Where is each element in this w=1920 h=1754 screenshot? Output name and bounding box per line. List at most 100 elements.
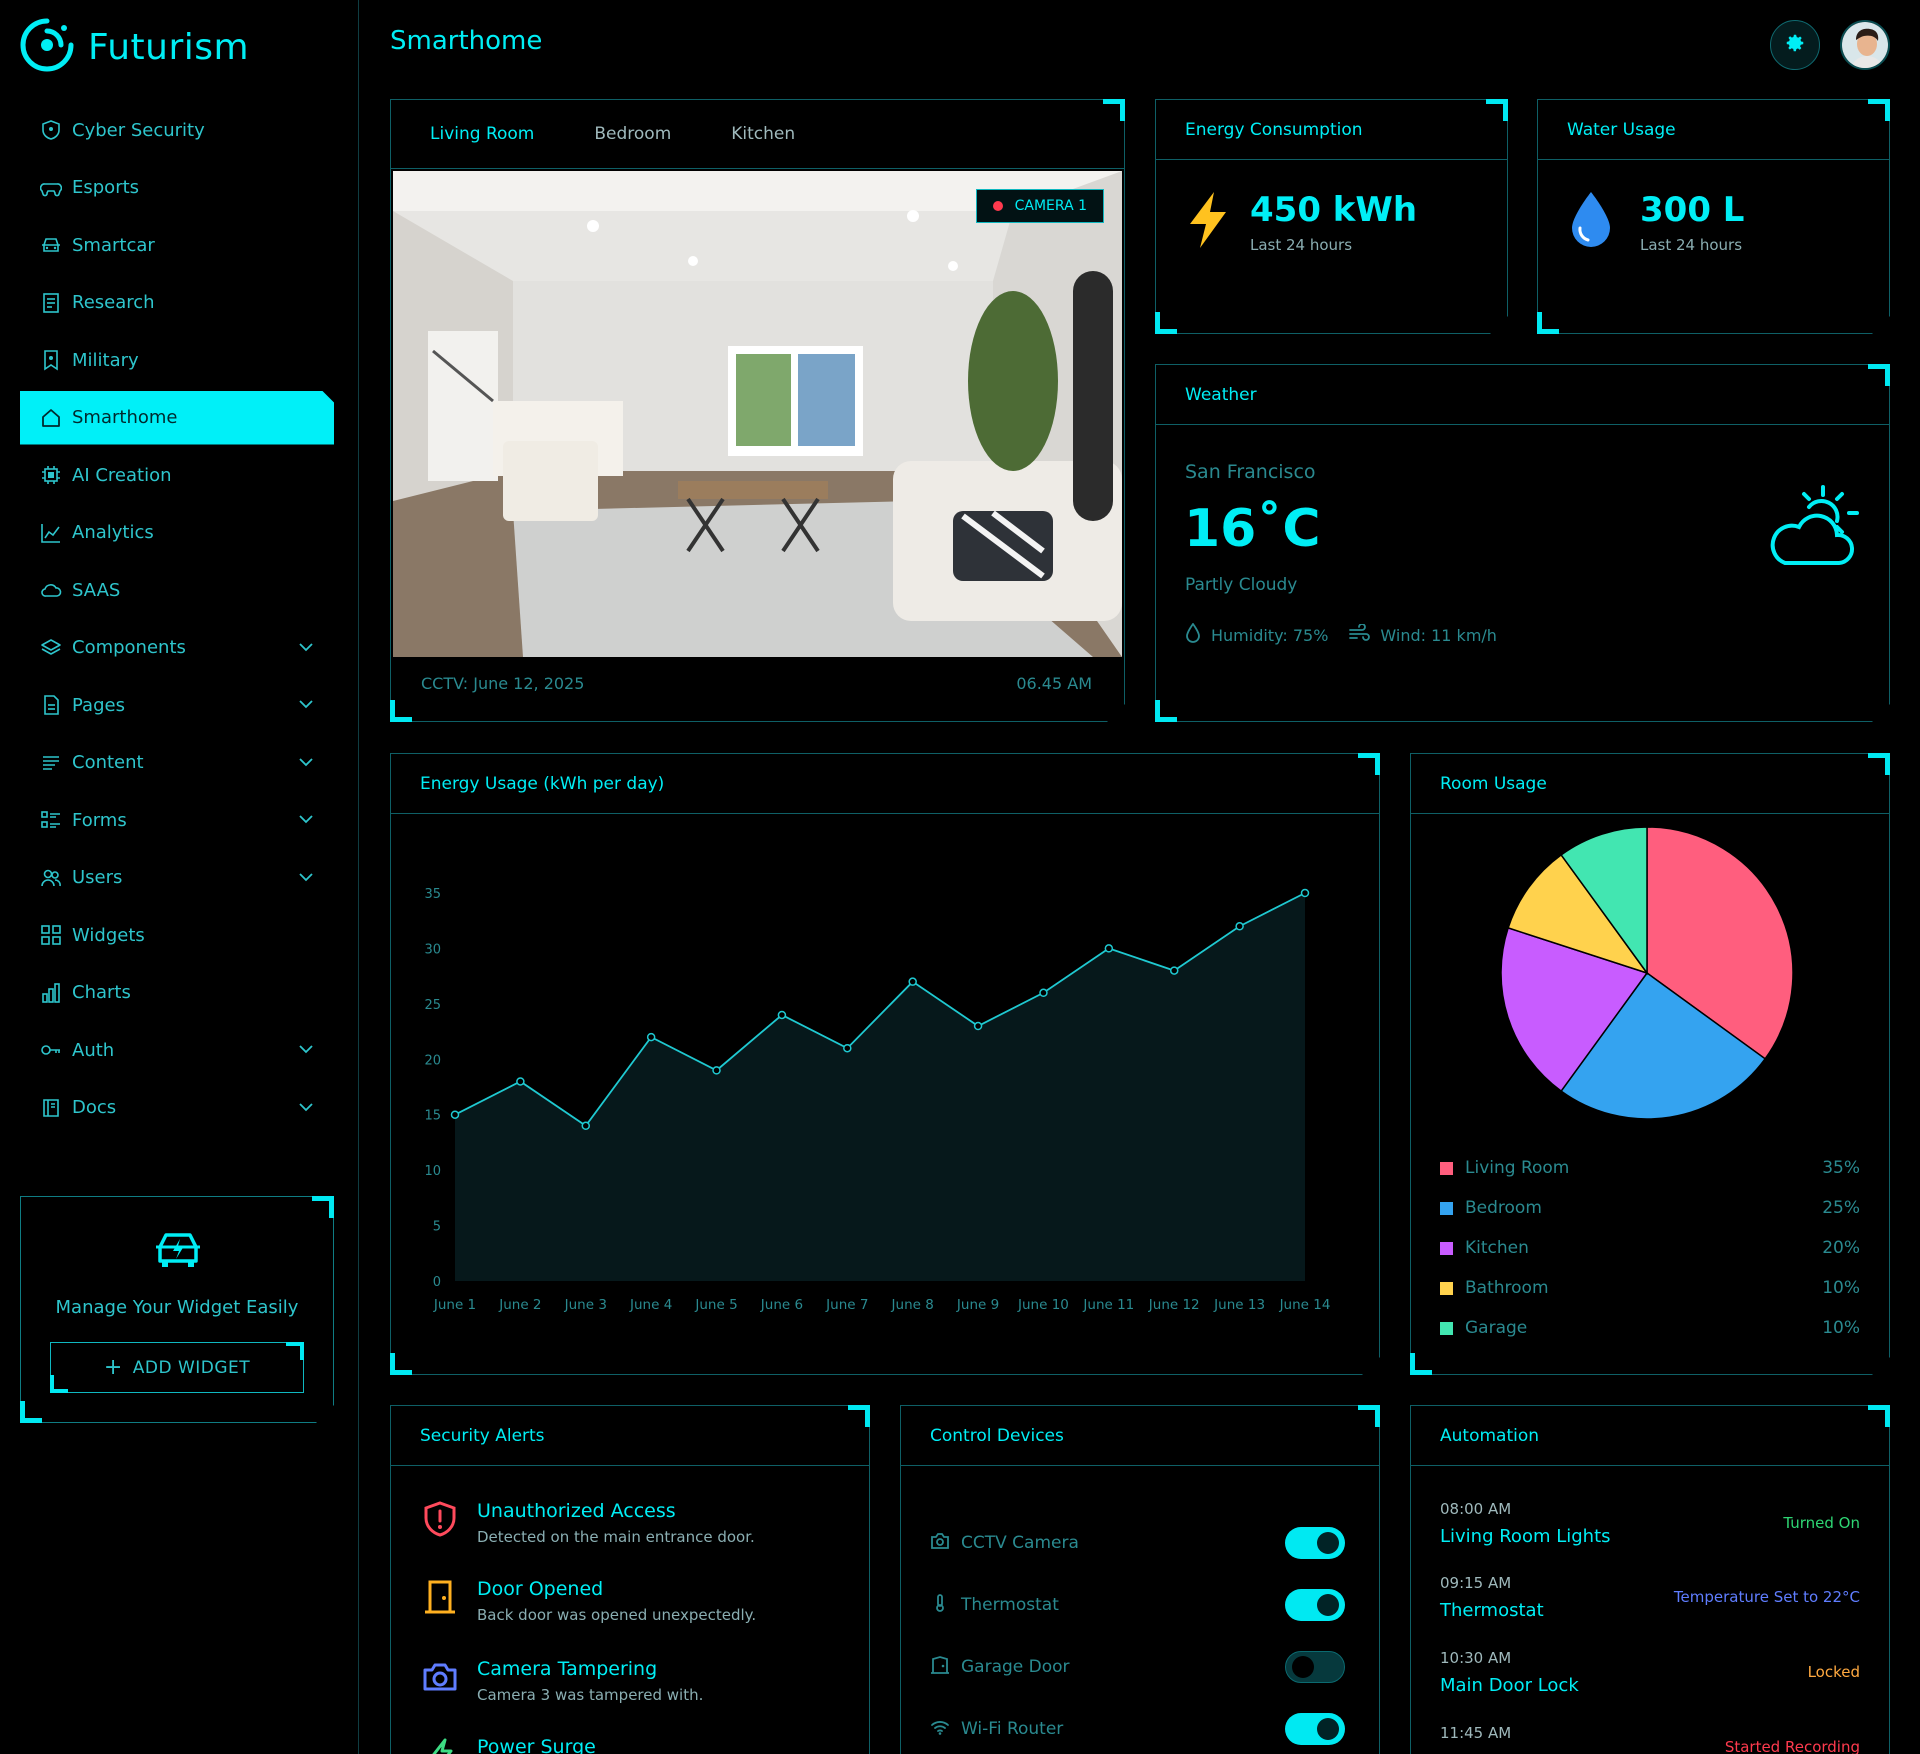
chevron-down-icon[interactable]: [298, 639, 314, 660]
widget-manager-card: Manage Your Widget Easily + ADD WIDGET: [20, 1196, 334, 1423]
sidebar-item-label: Esports: [72, 177, 140, 198]
y-tick-label: 25: [424, 998, 441, 1013]
chevron-down-icon[interactable]: [298, 811, 314, 832]
sidebar-item-docs[interactable]: Docs: [20, 1081, 334, 1135]
thermostat-toggle[interactable]: [1285, 1589, 1345, 1621]
corner-accent: [286, 1342, 304, 1360]
sidebar-item-forms[interactable]: Forms: [20, 793, 334, 847]
legend-label: Garage: [1465, 1318, 1528, 1338]
weather-wind: Wind: 11 km/h: [1380, 625, 1497, 645]
sidebar-item-saas[interactable]: SAAS: [20, 563, 334, 617]
legend-swatch: [1440, 1162, 1453, 1175]
automation-item[interactable]: 08:00 AM Living Room Lights Turned On: [1440, 1500, 1860, 1547]
tab-bedroom[interactable]: Bedroom: [594, 124, 671, 144]
chevron-down-icon[interactable]: [298, 1041, 314, 1062]
sidebar-item-smarthome[interactable]: Smarthome: [20, 391, 334, 445]
sidebar-item-label: Components: [72, 637, 186, 658]
garage-door-toggle[interactable]: [1285, 1651, 1345, 1683]
sidebar-item-label: Auth: [72, 1039, 115, 1061]
corner-accent: [20, 1401, 42, 1423]
sidebar-item-users[interactable]: Users: [20, 851, 334, 905]
settings-button[interactable]: [1770, 20, 1820, 70]
chevron-down-icon[interactable]: [298, 869, 314, 890]
camera-icon: [421, 1658, 459, 1696]
chevron-down-icon[interactable]: [298, 754, 314, 775]
energy-sub: Last 24 hours: [1250, 236, 1353, 254]
tab-living-room[interactable]: Living Room: [430, 124, 534, 144]
y-tick-label: 15: [424, 1109, 441, 1124]
sidebar-item-auth[interactable]: Auth: [20, 1023, 334, 1077]
sidebar-item-charts[interactable]: Charts: [20, 966, 334, 1020]
device-label: Garage Door: [961, 1657, 1070, 1677]
sidebar-item-label: Content: [72, 752, 144, 773]
wifi-router-toggle[interactable]: [1285, 1713, 1345, 1745]
corner-accent: [1155, 700, 1177, 722]
gear-icon: [1784, 32, 1806, 58]
sidebar-item-pages[interactable]: Pages: [20, 678, 334, 732]
sidebar-item-military[interactable]: Military: [20, 333, 334, 387]
home-icon: [40, 407, 62, 429]
sidebar-item-ai-creation[interactable]: AI Creation: [20, 448, 334, 502]
alert-item[interactable]: Door Opened Back door was opened unexpec…: [421, 1578, 756, 1624]
layers-icon: [40, 637, 62, 659]
data-point: [844, 1045, 851, 1052]
sidebar-item-label: SAAS: [72, 579, 121, 601]
x-tick-label: June 14: [1279, 1297, 1331, 1313]
sidebar-item-esports[interactable]: Esports: [20, 161, 334, 215]
automation-item[interactable]: 09:15 AM Thermostat Temperature Set to 2…: [1440, 1574, 1860, 1621]
document-list-icon: [40, 292, 62, 314]
key-icon: [40, 1039, 62, 1061]
panel-title: Security Alerts: [391, 1406, 869, 1466]
sidebar-item-cyber-security[interactable]: Cyber Security: [20, 103, 334, 157]
sidebar-item-research[interactable]: Research: [20, 276, 334, 330]
camera-badge: CAMERA 1: [976, 189, 1104, 223]
alert-item[interactable]: Unauthorized Access Detected on the main…: [421, 1500, 755, 1546]
y-tick-label: 10: [424, 1164, 441, 1179]
sidebar-item-analytics[interactable]: Analytics: [20, 506, 334, 560]
corner-accent: [1410, 1353, 1432, 1375]
automation-item[interactable]: 11:45 AM Started Recording: [1440, 1724, 1860, 1742]
device-label: Thermostat: [961, 1595, 1059, 1615]
bookmark-star-icon: [40, 349, 62, 371]
data-point: [1040, 989, 1047, 996]
sidebar-nav: Cyber Security Esports Smartcar Research Mil…: [20, 103, 334, 1138]
weather-temperature: 16˚C: [1184, 499, 1321, 559]
shield-alert-icon: [421, 1500, 459, 1538]
device-row: Wi-Fi Router: [930, 1709, 1345, 1749]
chevron-down-icon[interactable]: [298, 696, 314, 717]
automation-item[interactable]: 10:30 AM Main Door Lock Locked: [1440, 1649, 1860, 1696]
sidebar-item-widgets[interactable]: Widgets: [20, 908, 334, 962]
corner-accent: [1155, 312, 1177, 334]
sidebar-item-label: Forms: [72, 809, 127, 831]
sidebar-item-smartcar[interactable]: Smartcar: [20, 218, 334, 272]
device-label: CCTV Camera: [961, 1533, 1079, 1553]
water-drop-icon: [1568, 190, 1614, 254]
data-point: [582, 1122, 589, 1129]
avatar[interactable]: [1840, 20, 1890, 70]
cctv-camera-toggle[interactable]: [1285, 1527, 1345, 1559]
energy-consumption-panel: Energy Consumption 450 kWh Last 24 hours: [1155, 99, 1508, 334]
alert-item[interactable]: Power Surge: [421, 1736, 596, 1754]
sidebar-item-label: AI Creation: [72, 464, 172, 486]
energy-usage-chart-panel: Energy Usage (kWh per day) 0 5 10 15 20 25 30 3…: [390, 753, 1380, 1375]
energy-stat: 450 kWh Last 24 hours: [1186, 190, 1417, 254]
sidebar-item-label: Cyber Security: [72, 119, 205, 141]
x-tick-label: June 2: [498, 1297, 541, 1313]
legend-label: Bedroom: [1465, 1198, 1542, 1218]
chevron-down-icon[interactable]: [298, 1099, 314, 1120]
panel-title: Room Usage: [1411, 754, 1889, 814]
add-widget-button[interactable]: + ADD WIDGET: [50, 1342, 304, 1393]
x-tick-label: June 11: [1082, 1297, 1134, 1313]
x-tick-label: June 8: [891, 1297, 934, 1313]
tab-kitchen[interactable]: Kitchen: [731, 124, 795, 144]
camera-feed[interactable]: CAMERA 1: [393, 171, 1122, 657]
sidebar-item-content[interactable]: Content: [20, 736, 334, 790]
panel-title: Automation: [1411, 1406, 1889, 1466]
sidebar-item-components[interactable]: Components: [20, 621, 334, 675]
data-point: [778, 1011, 785, 1018]
sidebar-item-label: Research: [72, 292, 155, 313]
room-tabs: Living Room Bedroom Kitchen: [391, 100, 1124, 169]
logo[interactable]: Futurism: [18, 16, 249, 78]
alert-item[interactable]: Camera Tampering Camera 3 was tampered w…: [421, 1658, 703, 1704]
users-icon: [40, 867, 62, 889]
